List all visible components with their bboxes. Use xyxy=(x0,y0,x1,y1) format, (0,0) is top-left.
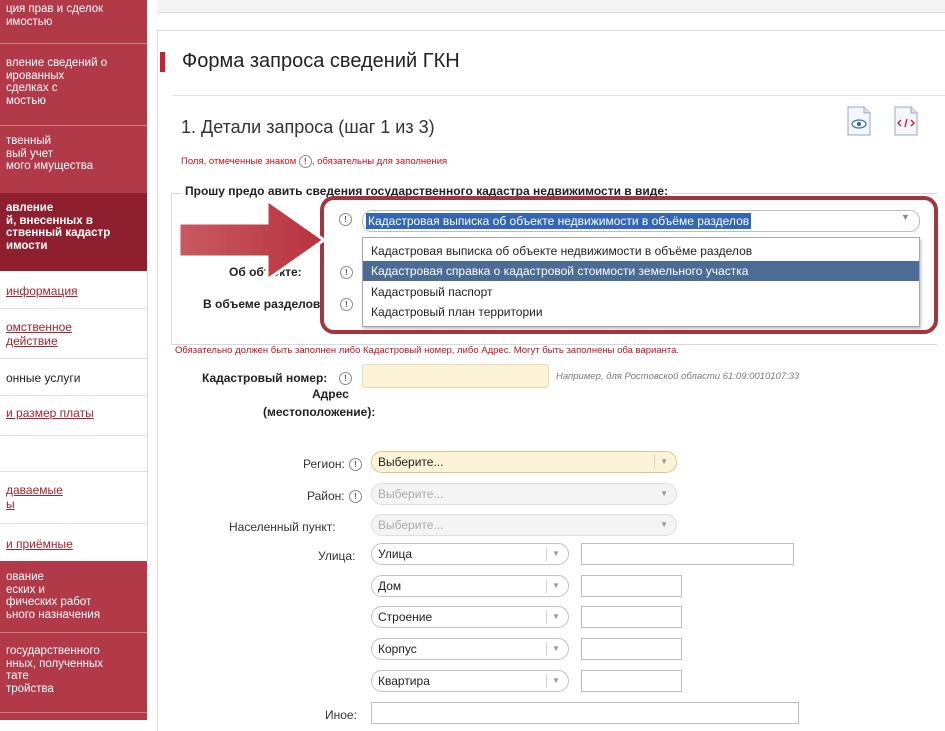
address-label: Адрес xyxy=(312,387,349,401)
select-divider xyxy=(546,579,547,593)
chevron-down-icon: ▼ xyxy=(660,520,668,529)
sidebar-divider xyxy=(0,125,147,126)
top-bar xyxy=(157,0,945,13)
submenu-divider xyxy=(0,308,147,309)
sidebar-item-cadastral-record[interactable]: твенный вый учет мого имущества xyxy=(0,135,147,173)
street-input[interactable] xyxy=(581,543,794,565)
house-input[interactable] xyxy=(581,575,682,597)
submenu-divider xyxy=(0,435,147,436)
submenu-item-info[interactable]: информация xyxy=(0,284,147,298)
sidebar-divider xyxy=(0,43,147,44)
select-divider xyxy=(546,547,547,561)
view-document-icon[interactable] xyxy=(845,105,873,137)
chevron-down-icon: ▼ xyxy=(552,612,560,621)
sidebar-item-registration[interactable]: ция прав и сделок имостью xyxy=(0,3,147,28)
sections-label: В объеме разделов: xyxy=(203,297,325,311)
street-type-select[interactable]: Улица ▼ xyxy=(371,543,569,565)
submenu-item-online-services[interactable]: онные услуги xyxy=(0,371,147,385)
cadastral-or-address-note: Обязательно должен быть заполнен либо Ка… xyxy=(175,345,680,356)
block-type-value: Корпус xyxy=(378,642,417,656)
submenu-divider xyxy=(0,471,147,472)
select-divider xyxy=(654,455,655,469)
street-label: Улица: xyxy=(318,549,356,563)
step-title: 1. Детали запроса (шаг 1 из 3) xyxy=(181,117,435,137)
sidebar-submenu: информация омственное действие онные усл… xyxy=(0,271,148,561)
select-divider xyxy=(546,674,547,688)
address-label-location: (местоположение): xyxy=(263,405,376,419)
chevron-down-icon: ▼ xyxy=(552,581,560,590)
settlement-select[interactable]: Выберите... ▼ xyxy=(371,514,677,536)
cadastral-number-hint: Например, для Ростовской области 61:09:0… xyxy=(556,371,800,382)
region-select[interactable]: Выберите... ▼ xyxy=(371,451,677,473)
block-type-select[interactable]: Корпус ▼ xyxy=(371,638,569,660)
apartment-type-select[interactable]: Квартира ▼ xyxy=(371,670,569,692)
district-label: Район: xyxy=(307,489,345,503)
submenu-item-fees[interactable]: и размер платы xyxy=(0,406,147,420)
building-type-select[interactable]: Строение ▼ xyxy=(371,606,569,628)
required-icon: ! xyxy=(349,458,362,471)
select-divider xyxy=(546,642,547,656)
settlement-label: Населенный пункт: xyxy=(229,520,336,534)
chevron-down-icon: ▼ xyxy=(660,489,668,498)
annotation-callout-box xyxy=(320,196,938,334)
apartment-type-value: Квартира xyxy=(378,674,430,688)
submenu-item-receptions[interactable]: и приёмные xyxy=(0,537,147,551)
required-icon: ! xyxy=(298,155,312,168)
required-icon: ! xyxy=(339,372,352,385)
house-type-value: Дом xyxy=(378,579,402,593)
region-select-value: Выберите... xyxy=(378,455,444,469)
sidebar-item-geodetic-works[interactable]: ование еских и фических работ ьного назн… xyxy=(0,571,147,621)
submenu-divider xyxy=(0,523,147,524)
cadastral-number-label: Кадастровый номер: xyxy=(202,371,328,385)
apartment-input[interactable] xyxy=(581,670,682,692)
submenu-divider xyxy=(0,358,147,359)
other-input[interactable] xyxy=(371,702,799,724)
building-type-value: Строение xyxy=(378,610,433,624)
cadastral-number-input[interactable] xyxy=(362,364,549,388)
required-note: Поля, отмеченные знаком !, обязательны д… xyxy=(181,155,447,168)
sidebar-item-transactions-info[interactable]: вление сведений о ированных сделках с мо… xyxy=(0,57,147,107)
required-note-text-after: , обязательны для заполнения xyxy=(311,156,448,168)
house-type-select[interactable]: Дом ▼ xyxy=(371,575,569,597)
district-select[interactable]: Выберите... ▼ xyxy=(371,483,677,505)
sidebar-divider xyxy=(0,712,147,713)
sidebar-item-state-fund[interactable]: государственного нных, полученных тате т… xyxy=(0,645,147,695)
chevron-down-icon: ▼ xyxy=(552,644,560,653)
required-icon: ! xyxy=(349,490,362,503)
chevron-down-icon: ▼ xyxy=(552,549,560,558)
page-title: Форма запроса сведений ГКН xyxy=(182,50,460,72)
chevron-down-icon: ▼ xyxy=(660,457,668,466)
building-input[interactable] xyxy=(581,606,682,628)
xml-document-icon[interactable] xyxy=(892,105,920,137)
submenu-item-interagency[interactable]: омственное действие xyxy=(0,320,147,348)
submenu-divider xyxy=(0,395,147,396)
district-select-value: Выберите... xyxy=(378,487,444,501)
settlement-select-value: Выберите... xyxy=(378,518,444,532)
section-divider xyxy=(172,95,945,96)
submenu-item-issued-docs[interactable]: даваемые ы xyxy=(0,483,147,511)
required-note-text-before: Поля, отмеченные знаком xyxy=(181,156,299,168)
annotation-arrow-icon xyxy=(177,195,329,288)
title-marker xyxy=(160,52,165,72)
select-divider xyxy=(546,610,547,624)
block-input[interactable] xyxy=(581,638,682,660)
sidebar-item-cadastre-info[interactable]: авление й, внесенных в ственный кадастр … xyxy=(0,193,147,271)
street-type-value: Улица xyxy=(378,547,413,561)
sidebar-divider xyxy=(0,632,147,633)
region-label: Регион: xyxy=(303,457,345,471)
chevron-down-icon: ▼ xyxy=(552,676,560,685)
